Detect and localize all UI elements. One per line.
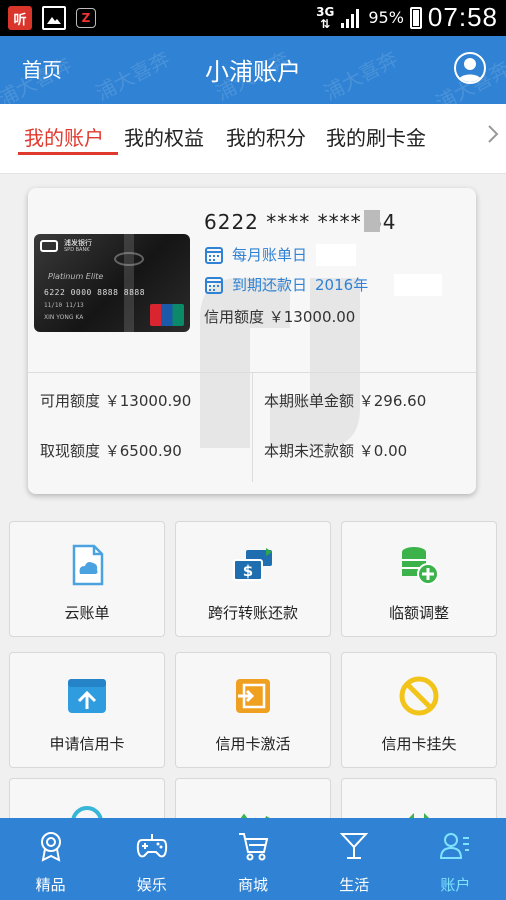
tile-label: 跨行转账还款 [207,604,298,622]
nav-featured[interactable]: 精品 [0,818,101,900]
account-icon [440,833,470,859]
battery-icon [409,6,422,29]
title-bar: 浦大喜奔 浦大喜奔 浦大喜奔 浦大喜奔 浦大喜奔 首页 小浦账户 [0,36,506,104]
tab-my-points[interactable]: 我的积分 [226,122,306,151]
due-date-value: 2016年 [315,276,369,294]
cocktail-icon [339,833,369,859]
network-type: 3G ⇅ [316,4,335,31]
cash-advance-limit: 取现额度 ￥6500.90 [40,442,182,460]
nav-account[interactable]: 账户 [405,818,506,900]
cart-icon [239,833,269,861]
card-face-name: XIN YONG KA [44,314,84,321]
notification-icons: 听 Z [8,6,96,30]
tile-label: 信用卡激活 [215,735,291,753]
card-series: Platinum Elite [48,272,104,281]
signal-icon [341,8,360,28]
prohibit-icon [399,676,439,716]
statement-amount: 本期账单金额 ￥296.60 [264,392,427,410]
redaction-mask [394,274,442,296]
dollar-transfer-icon: $ [233,548,272,581]
active-tab-indicator [18,152,118,155]
unionpay-logo [150,304,184,326]
available-limit: 可用额度 ￥13000.90 [40,392,192,410]
tile-label: 临额调整 [388,604,449,622]
gamepad-icon [136,834,167,858]
tile-apply-card[interactable]: 申请信用卡 [9,652,165,768]
coin-stack-add-icon [402,547,439,585]
award-icon [40,832,61,862]
statement-day-label: 每月账单日 [232,246,308,264]
tile-label: 信用卡挂失 [381,735,457,753]
clock: 07:58 [427,2,498,32]
tab-my-swipe-gold[interactable]: 我的刷卡金 [326,122,426,151]
tile-label: 申请信用卡 [49,735,125,753]
unpaid-amount: 本期未还款额 ￥0.00 [264,442,408,460]
gallery-icon [42,6,66,30]
cloud-bill-icon [72,544,104,586]
tab-my-benefits[interactable]: 我的权益 [124,122,204,151]
tile-cloud-bill[interactable]: 云账单 [9,521,165,637]
status-bar: 听 Z 3G ⇅ 95% 07:58 [0,0,506,36]
page-title: 小浦账户 [205,58,301,86]
account-tabs: 我的账户 我的权益 我的积分 我的刷卡金 [0,104,506,174]
nav-mall[interactable]: 商城 [202,818,303,900]
statement-day: 每月账单日 [204,244,307,265]
bank-logo [40,240,58,252]
card-face-number: 6222 0000 8888 8888 [44,288,146,297]
credit-limit: 信用额度 ￥13000.00 [204,308,356,326]
calendar-icon [205,246,223,264]
nav-label: 精品 [35,876,66,894]
tile-activate-card[interactable]: 信用卡激活 [175,652,331,768]
upload-card-icon [68,679,106,713]
due-date-label: 到期还款日 [232,276,308,294]
nav-entertainment[interactable]: 娱乐 [101,818,202,900]
redaction-mask [316,244,356,266]
nav-label: 账户 [440,876,471,894]
music-app-icon: 听 [8,6,32,30]
z-app-icon: Z [76,8,96,28]
credit-card-panel[interactable]: 浦发银行 SPD BANK Platinum Elite 6222 0000 8… [28,188,476,494]
tile-report-lost[interactable]: 信用卡挂失 [341,652,497,768]
user-icon[interactable] [454,52,486,84]
redaction-mask [364,210,380,232]
tile-label: 云账单 [64,604,110,622]
battery-percent: 95% [368,8,404,27]
divider [252,372,253,482]
tab-my-account[interactable]: 我的账户 [24,122,104,151]
card-face-dates: 11/10 11/13 [44,302,84,309]
bank-card-image: 浦发银行 SPD BANK Platinum Elite 6222 0000 8… [34,234,190,332]
system-indicators: 3G ⇅ 95% 07:58 [316,2,498,33]
tile-limit-adjust[interactable]: 临额调整 [341,521,497,637]
bottom-navigation: 精品 娱乐 商城 生活 账户 [0,818,506,900]
calendar-icon [205,276,223,294]
nav-label: 商城 [238,876,269,894]
svg-text:$: $ [243,562,253,580]
nav-life[interactable]: 生活 [304,818,405,900]
nav-label: 生活 [339,876,370,894]
due-date: 到期还款日 2016年 [204,274,368,295]
tile-transfer-repay[interactable]: $ 跨行转账还款 [175,521,331,637]
card-bank-en: SPD BANK [64,247,90,253]
chevron-right-icon[interactable] [486,124,500,144]
activate-icon [236,679,270,713]
nav-label: 娱乐 [136,876,167,894]
